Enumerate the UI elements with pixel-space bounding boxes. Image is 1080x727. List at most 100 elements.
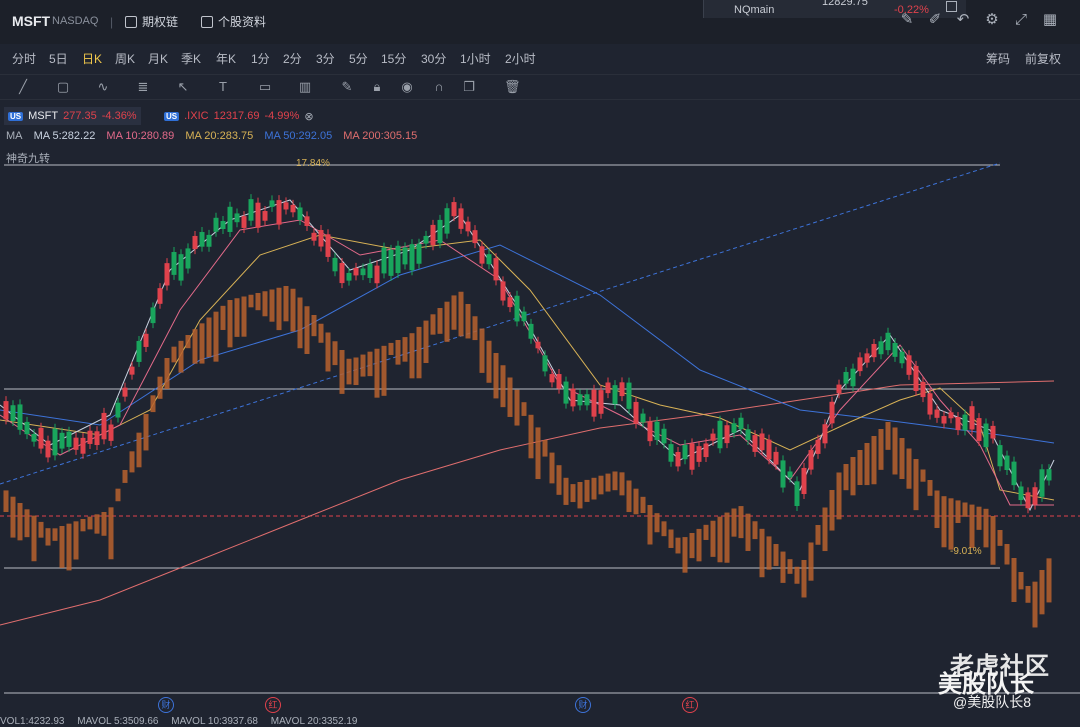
period-tab-active[interactable]: 日K [82, 50, 102, 67]
candle-body [1039, 469, 1045, 497]
dividend-event-icon[interactable]: 红 [682, 697, 698, 713]
ma200-line [0, 380, 1055, 626]
volume-bar [500, 365, 506, 408]
candle-body [535, 341, 541, 349]
period-tab[interactable]: 2分 [283, 50, 302, 67]
wave-tool-icon[interactable]: ∿ [96, 80, 110, 94]
arrow-tool-icon[interactable]: ↖ [176, 80, 190, 94]
volume-bar [731, 508, 737, 537]
period-tab[interactable]: 月K [148, 50, 168, 67]
undo-icon[interactable]: ↶ [955, 12, 971, 28]
volume-bar [682, 537, 688, 573]
volume-bar [542, 440, 548, 457]
line-tool-icon[interactable]: ╱ [16, 80, 30, 94]
edit-icon[interactable]: ✎ [899, 12, 915, 28]
volume-bar [521, 402, 527, 416]
candle-body [1011, 461, 1017, 486]
volume-bar [591, 477, 597, 500]
candle-body [962, 414, 968, 431]
volume-bar [983, 508, 989, 548]
volume-bar [759, 528, 765, 578]
volume-bar [59, 526, 65, 568]
rect-tool-icon[interactable]: ▢ [56, 80, 70, 94]
candle-body [990, 425, 996, 439]
symbol-tab-ixic[interactable]: US .IXIC 12317.69 -4.99% ⊗ [160, 107, 318, 125]
volume-bar [66, 523, 72, 571]
candle-body [31, 433, 37, 442]
options-chain-link[interactable]: 期权链 [125, 13, 178, 30]
magnet-icon[interactable]: ∩ [432, 80, 446, 94]
period-tab[interactable]: 2小时 [505, 50, 536, 67]
period-tab[interactable]: 分时 [12, 50, 36, 67]
volume-bar [3, 490, 9, 513]
text-tool-icon[interactable]: T [216, 80, 230, 94]
period-tab[interactable]: 1小时 [460, 50, 491, 67]
document-icon [201, 15, 213, 28]
period-tab[interactable]: 3分 [316, 50, 335, 67]
ma-menu-label[interactable]: MA [6, 130, 23, 142]
period-tab[interactable]: 30分 [421, 50, 446, 67]
volume-bar [878, 429, 884, 470]
copy-icon[interactable]: ❐ [462, 80, 476, 94]
vol-value: VOL1:4232.93 [0, 716, 65, 727]
candlestick-chart[interactable] [0, 160, 1080, 700]
candle-body [731, 423, 737, 433]
label-tool-icon[interactable]: ▭ [258, 80, 272, 94]
trash-icon[interactable]: 🗑︎ [504, 80, 521, 94]
period-tab[interactable]: 5日 [49, 50, 68, 67]
volume-bar [367, 351, 373, 377]
adjust-dropdown[interactable]: 前复权 [1025, 50, 1061, 67]
candle-body [941, 416, 947, 424]
candle-body [1025, 492, 1031, 509]
period-tab[interactable]: 1分 [251, 50, 270, 67]
pencil-icon[interactable]: ✎ [340, 80, 354, 94]
draw-icon[interactable]: ✐ [927, 12, 943, 28]
volume-bar [675, 537, 681, 554]
candle-body [633, 401, 639, 424]
stock-profile-link[interactable]: 个股资料 [201, 13, 266, 30]
mavol20-value: MAVOL 20:3352.19 [270, 716, 358, 727]
volume-bar [150, 395, 156, 413]
earnings-event-icon[interactable]: 财 [158, 697, 174, 713]
lock-icon[interactable]: 🔒︎ [370, 80, 384, 94]
chips-button[interactable]: 筹码 [986, 50, 1010, 67]
ticker-symbol[interactable]: MSFT [12, 13, 50, 29]
candle-body [885, 332, 891, 351]
period-tab[interactable]: 5分 [349, 50, 368, 67]
symbol-tab-msft[interactable]: US MSFT 277.35 -4.36% [4, 107, 141, 125]
volume-bar [311, 315, 317, 337]
candle-body [598, 390, 604, 414]
measure-tool-icon[interactable]: ▥ [298, 80, 312, 94]
close-icon[interactable]: ⊗ [304, 110, 313, 123]
candle-body [794, 481, 800, 507]
candle-body [836, 384, 842, 394]
gear-icon[interactable]: ⚙ [984, 12, 1000, 28]
candle-body [1046, 469, 1052, 481]
period-tab[interactable]: 季K [181, 50, 201, 67]
volume-bar [941, 496, 947, 548]
period-tab[interactable]: 年K [216, 50, 236, 67]
volume-bar [801, 560, 807, 598]
mavol10-value: MAVOL 10:3937.68 [171, 716, 258, 727]
candle-body [185, 248, 191, 269]
earnings-event-icon[interactable]: 财 [575, 697, 591, 713]
fib-tool-icon[interactable]: ≣ [136, 80, 150, 94]
period-tab[interactable]: 周K [115, 50, 135, 67]
fullscreen-icon[interactable]: ⤢ [1013, 12, 1029, 28]
candle-body [605, 382, 611, 394]
period-tab[interactable]: 15分 [381, 50, 406, 67]
candle-body [24, 421, 30, 435]
volume-bar [185, 335, 191, 349]
candle-body [899, 351, 905, 364]
top-bar: MSFT NASDAQ | 期权链 个股资料 NQmain 12829.75 -… [0, 0, 1080, 44]
candle-body [689, 443, 695, 470]
volume-bar [206, 317, 212, 358]
candle-body [129, 366, 135, 375]
candle-body [507, 297, 513, 308]
grid-layout-icon[interactable]: ▦ [1042, 12, 1058, 28]
eye-icon[interactable]: ◉ [400, 80, 414, 94]
expand-icon[interactable] [946, 1, 957, 12]
dividend-event-icon[interactable]: 红 [265, 697, 281, 713]
candle-body [451, 202, 457, 217]
candle-body [871, 343, 877, 358]
